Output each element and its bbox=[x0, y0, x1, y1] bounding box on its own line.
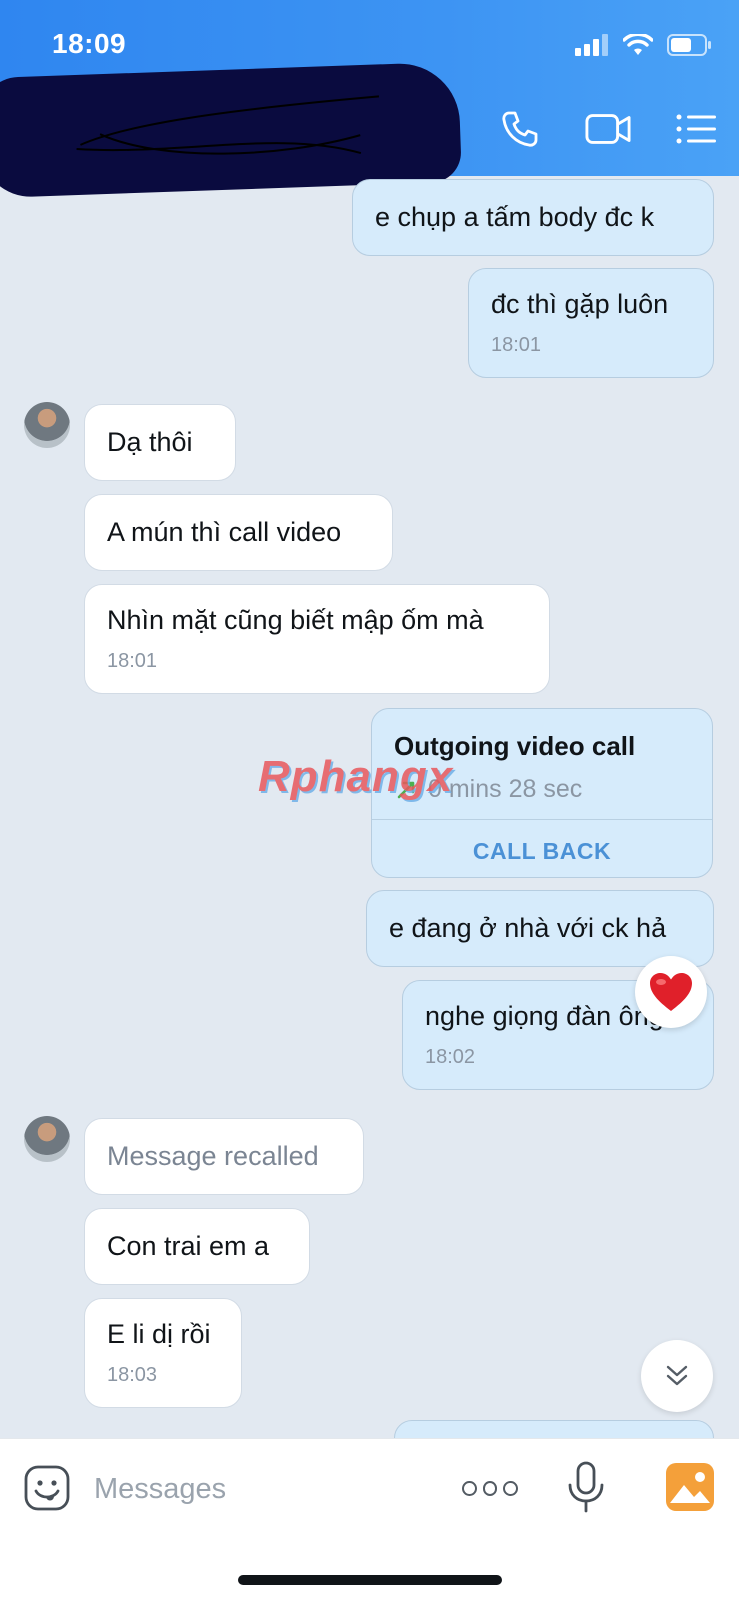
message-time: 18:01 bbox=[107, 650, 158, 672]
sticker-icon[interactable] bbox=[24, 1465, 70, 1511]
video-camera-icon bbox=[585, 114, 631, 144]
more-dots-icon bbox=[462, 1480, 477, 1496]
scroll-to-bottom-button[interactable] bbox=[641, 1340, 713, 1412]
divider bbox=[372, 819, 712, 820]
message-time: 18:02 bbox=[425, 1046, 476, 1068]
message-time: 18:03 bbox=[107, 1364, 158, 1386]
status-icons bbox=[575, 34, 713, 56]
message-text: Dạ thôi bbox=[107, 427, 193, 457]
more-options-button[interactable] bbox=[462, 1475, 519, 1501]
message-bubble[interactable]: đc thì gặp luôn 18:01 bbox=[468, 268, 714, 378]
message-bubble[interactable]: e chụp a tấm body đc k bbox=[352, 179, 714, 256]
message-text: Con trai em a bbox=[107, 1231, 270, 1261]
message-text: Nhìn mặt cũng biết mập ốm mà bbox=[107, 605, 484, 635]
more-dots-icon bbox=[503, 1480, 519, 1496]
message-list[interactable]: e chụp a tấm body đc k đc thì gặp luôn 1… bbox=[0, 176, 739, 1438]
phone-icon bbox=[502, 111, 538, 147]
microphone-icon[interactable] bbox=[566, 1461, 606, 1515]
message-text: E li dị rồi bbox=[107, 1319, 211, 1349]
call-title: Outgoing video call bbox=[394, 731, 636, 761]
message-bubble[interactable]: e đang ở nhà với ck hả bbox=[366, 890, 714, 967]
message-bubble[interactable]: Con trai em a bbox=[84, 1208, 310, 1285]
heart-reaction[interactable] bbox=[635, 956, 707, 1028]
call-back-button[interactable]: CALL BACK bbox=[372, 825, 712, 877]
wifi-icon bbox=[623, 34, 653, 55]
message-input-bar bbox=[0, 1438, 739, 1601]
message-text: đc thì gặp luôn bbox=[491, 289, 669, 319]
message-bubble[interactable]: Nhìn mặt cũng biết mập ốm mà 18:01 bbox=[84, 584, 550, 694]
message-text: e chụp a tấm body đc k bbox=[375, 202, 655, 232]
message-bubble-partial[interactable] bbox=[394, 1420, 714, 1438]
call-duration: 0 mins 28 sec bbox=[394, 775, 582, 804]
call-duration-text: 0 mins 28 sec bbox=[428, 775, 583, 803]
outgoing-video-call-card[interactable]: Outgoing video call 0 mins 28 sec CALL B… bbox=[371, 708, 713, 878]
double-chevron-down-icon bbox=[666, 1365, 688, 1386]
battery-icon bbox=[667, 34, 711, 56]
message-bubble-recalled[interactable]: Message recalled bbox=[84, 1118, 364, 1195]
message-input[interactable] bbox=[92, 1461, 436, 1517]
options-menu-button[interactable] bbox=[673, 106, 719, 152]
message-text: e đang ở nhà với ck hả bbox=[389, 913, 667, 943]
message-bubble[interactable]: Dạ thôi bbox=[84, 404, 236, 481]
home-indicator bbox=[238, 1575, 502, 1585]
status-time: 18:09 bbox=[52, 28, 127, 59]
chat-header: 18:09 bbox=[0, 0, 739, 199]
photo-gallery-icon[interactable] bbox=[666, 1463, 714, 1511]
message-bubble[interactable]: E li dị rồi 18:03 bbox=[84, 1298, 242, 1408]
heart-icon bbox=[650, 973, 692, 1011]
signal-icon bbox=[575, 34, 608, 56]
message-text: Message recalled bbox=[107, 1141, 319, 1171]
message-bubble[interactable]: A mún thì call video bbox=[84, 494, 393, 571]
video-call-button[interactable] bbox=[585, 106, 631, 152]
message-text: A mún thì call video bbox=[107, 517, 342, 547]
outgoing-arrow-icon bbox=[397, 781, 415, 798]
list-menu-icon bbox=[676, 114, 716, 144]
voice-call-button[interactable] bbox=[497, 106, 543, 152]
more-dots-icon bbox=[482, 1480, 498, 1496]
message-time: 18:01 bbox=[491, 334, 542, 356]
contact-avatar[interactable] bbox=[24, 402, 70, 448]
contact-avatar[interactable] bbox=[24, 1116, 70, 1162]
